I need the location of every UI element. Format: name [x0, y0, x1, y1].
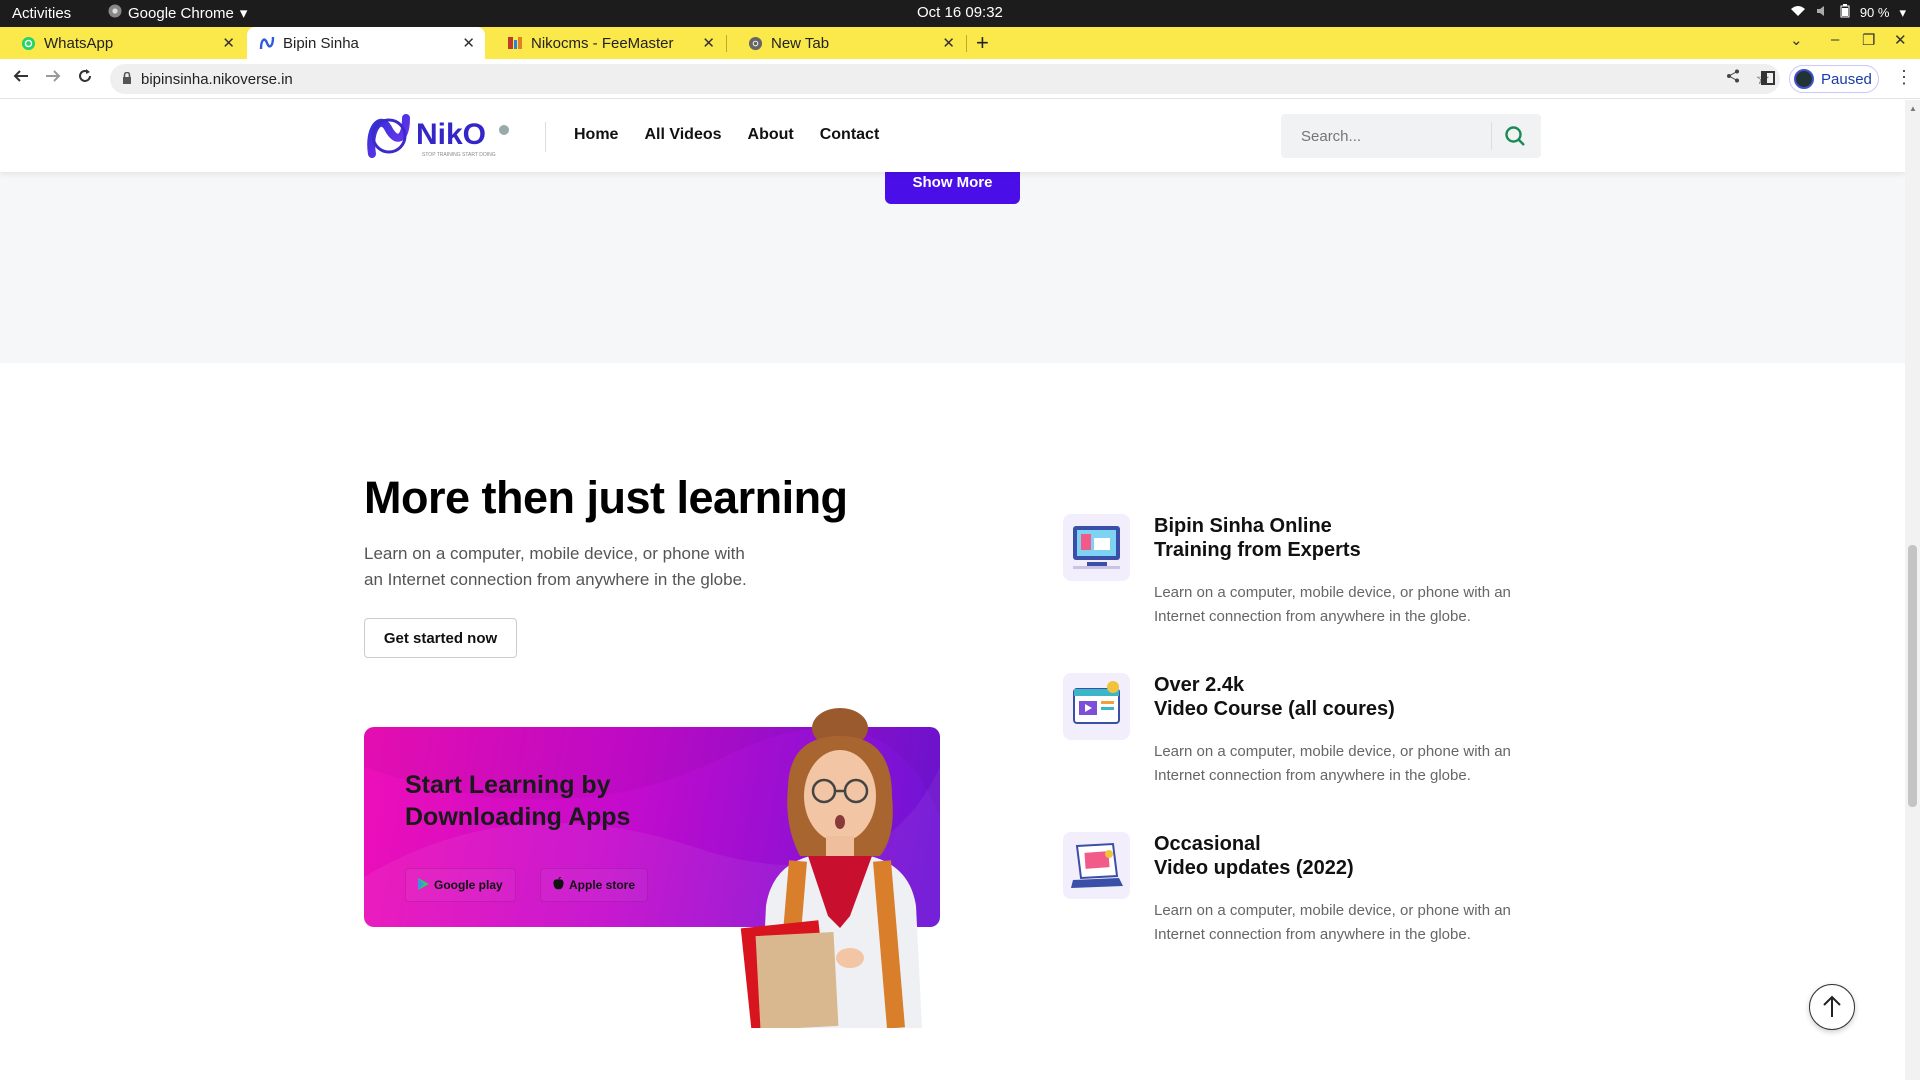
- tab-label: Nikocms - FeeMaster: [531, 34, 674, 52]
- side-panel-icon[interactable]: [1761, 71, 1775, 85]
- forward-icon[interactable]: [45, 68, 61, 89]
- url-text: bipinsinha.nikoverse.in: [141, 70, 293, 88]
- wifi-icon: [1790, 5, 1806, 20]
- feature-title: Bipin Sinha Online Training from Experts: [1154, 514, 1474, 562]
- battery-icon: [1840, 4, 1850, 21]
- feature-description: Learn on a computer, mobile device, or p…: [1154, 902, 1511, 943]
- niko-icon: [259, 35, 275, 51]
- system-tray[interactable]: 90 % ▾: [1790, 4, 1906, 21]
- nav-all-videos[interactable]: All Videos: [644, 126, 721, 144]
- tab-label: Bipin Sinha: [283, 34, 359, 52]
- arrow-up-icon: [1823, 995, 1841, 1017]
- nav-home[interactable]: Home: [574, 126, 618, 144]
- tab-strip: WhatsApp ✕ Bipin Sinha ✕ Nikocms - FeeMa…: [0, 27, 1920, 59]
- feature-title-line2: Training from Experts: [1154, 539, 1361, 561]
- site-logo[interactable]: NikO STOP TRAINING START DOING: [366, 110, 516, 162]
- nav-about[interactable]: About: [748, 126, 794, 144]
- feature-description: Learn on a computer, mobile device, or p…: [1154, 743, 1511, 784]
- clock[interactable]: Oct 16 09:32: [917, 4, 1003, 21]
- tab-new-tab[interactable]: New Tab ✕: [727, 27, 965, 59]
- profile-status: Paused: [1821, 70, 1872, 88]
- google-play-button[interactable]: Google play: [405, 868, 516, 902]
- feature-description: Learn on a computer, mobile device, or p…: [1154, 584, 1511, 625]
- browser-toolbar: bipinsinha.nikoverse.in ☆ Paused ⋮: [0, 59, 1920, 99]
- close-window-icon[interactable]: ✕: [1894, 31, 1907, 49]
- app-name: Google Chrome: [128, 4, 234, 22]
- volume-icon: [1816, 5, 1830, 20]
- os-top-bar: Activities Google Chrome ▾ Oct 16 09:32 …: [0, 0, 1920, 27]
- feature-title-line1: Occasional: [1154, 833, 1261, 855]
- video-updates-icon: [1063, 832, 1130, 899]
- apple-store-button[interactable]: Apple store: [540, 868, 649, 902]
- main-nav: Home All Videos About Contact: [574, 126, 905, 144]
- search-icon[interactable]: [1503, 124, 1529, 150]
- avatar: [1794, 69, 1814, 89]
- scrollbar-thumb[interactable]: [1908, 545, 1917, 807]
- caret-down-icon: ▾: [239, 5, 248, 22]
- battery-level: 90 %: [1859, 5, 1890, 20]
- feature-title: Over 2.4k Video Course (all coures): [1154, 673, 1474, 721]
- feature-title: Occasional Video updates (2022): [1154, 832, 1474, 880]
- menu-icon[interactable]: ⋮: [1895, 67, 1913, 88]
- back-icon[interactable]: [13, 68, 29, 89]
- activities-button[interactable]: Activities: [12, 5, 71, 22]
- back-to-top-button[interactable]: [1809, 984, 1855, 1030]
- section-lead: Learn on a computer, mobile device, or p…: [364, 544, 747, 589]
- chrome-icon: [108, 4, 122, 22]
- site-search: [1281, 114, 1541, 158]
- feature-title-line1: Bipin Sinha Online: [1154, 515, 1332, 537]
- feature-title-line1: Over 2.4k: [1154, 674, 1245, 696]
- search-divider: [1491, 122, 1492, 150]
- google-play-label: Google play: [434, 878, 503, 892]
- share-icon[interactable]: [1726, 69, 1740, 89]
- header-divider: [545, 122, 546, 152]
- scroll-up-icon[interactable]: ▲: [1909, 104, 1917, 113]
- get-started-button[interactable]: Get started now: [364, 618, 517, 658]
- restore-icon[interactable]: ❐: [1862, 31, 1875, 49]
- web-page: Show More NikO STOP TRAINING START DOING…: [0, 100, 1905, 1080]
- svg-text:NikO: NikO: [416, 118, 486, 151]
- section-title: More then just learning: [364, 472, 848, 523]
- site-header: NikO STOP TRAINING START DOING Home All …: [0, 100, 1905, 172]
- tab-feemaster[interactable]: Nikocms - FeeMaster ✕: [487, 27, 725, 59]
- close-icon[interactable]: ✕: [942, 34, 955, 52]
- video-course-icon: [1063, 673, 1130, 740]
- tab-search-icon[interactable]: ⌄: [1790, 31, 1803, 49]
- lock-icon[interactable]: [122, 71, 132, 87]
- close-icon[interactable]: ✕: [462, 34, 475, 52]
- apple-icon: [553, 876, 564, 893]
- profile-button[interactable]: Paused: [1789, 65, 1879, 93]
- reload-icon[interactable]: [77, 68, 93, 89]
- apple-store-label: Apple store: [569, 878, 636, 892]
- feature-title-line2: Video updates (2022): [1154, 857, 1354, 879]
- chrome-icon: [747, 35, 763, 51]
- feemaster-icon: [507, 35, 523, 51]
- tab-separator: [966, 35, 967, 52]
- tab-label: WhatsApp: [44, 34, 114, 52]
- whatsapp-icon: [20, 35, 36, 51]
- student-image: [700, 706, 980, 1032]
- promo-title: Start Learning by Downloading Apps: [405, 771, 631, 831]
- online-training-icon: [1063, 514, 1130, 581]
- new-tab-button[interactable]: +: [976, 30, 989, 56]
- svg-text:STOP TRAINING START DOING: STOP TRAINING START DOING: [422, 152, 496, 158]
- caret-down-icon: ▾: [1899, 4, 1906, 20]
- close-icon[interactable]: ✕: [702, 34, 715, 52]
- page-scrollbar[interactable]: ▲: [1905, 100, 1920, 1080]
- app-menu[interactable]: Google Chrome ▾: [108, 4, 247, 22]
- google-play-icon: [418, 877, 429, 893]
- tab-bipin-sinha[interactable]: Bipin Sinha ✕: [247, 27, 485, 59]
- close-icon[interactable]: ✕: [222, 34, 235, 52]
- feature-title-line2: Video Course (all coures): [1154, 698, 1395, 720]
- nav-contact[interactable]: Contact: [820, 126, 880, 144]
- tab-label: New Tab: [771, 34, 830, 52]
- minimize-icon[interactable]: –: [1831, 31, 1839, 48]
- tab-whatsapp[interactable]: WhatsApp ✕: [0, 27, 245, 59]
- search-input[interactable]: [1281, 114, 1491, 158]
- address-bar[interactable]: bipinsinha.nikoverse.in ☆: [110, 64, 1780, 94]
